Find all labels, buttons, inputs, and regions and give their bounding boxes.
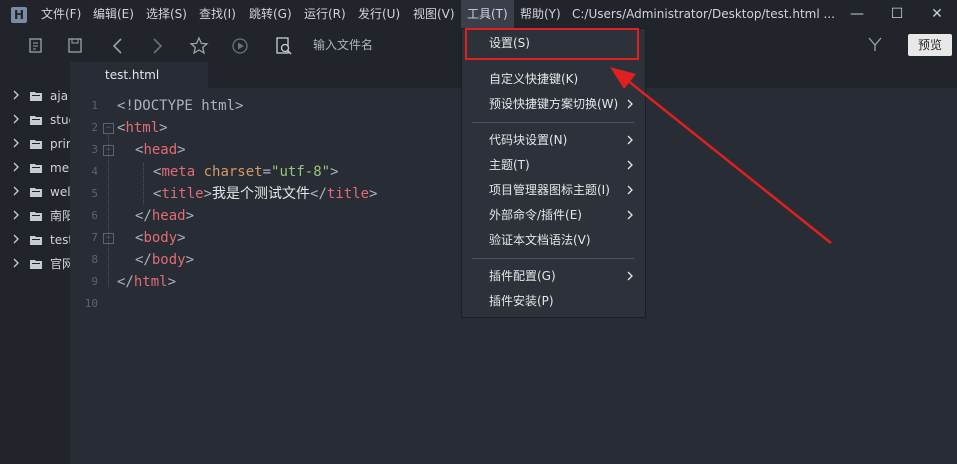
annotation-arrow <box>610 67 832 244</box>
